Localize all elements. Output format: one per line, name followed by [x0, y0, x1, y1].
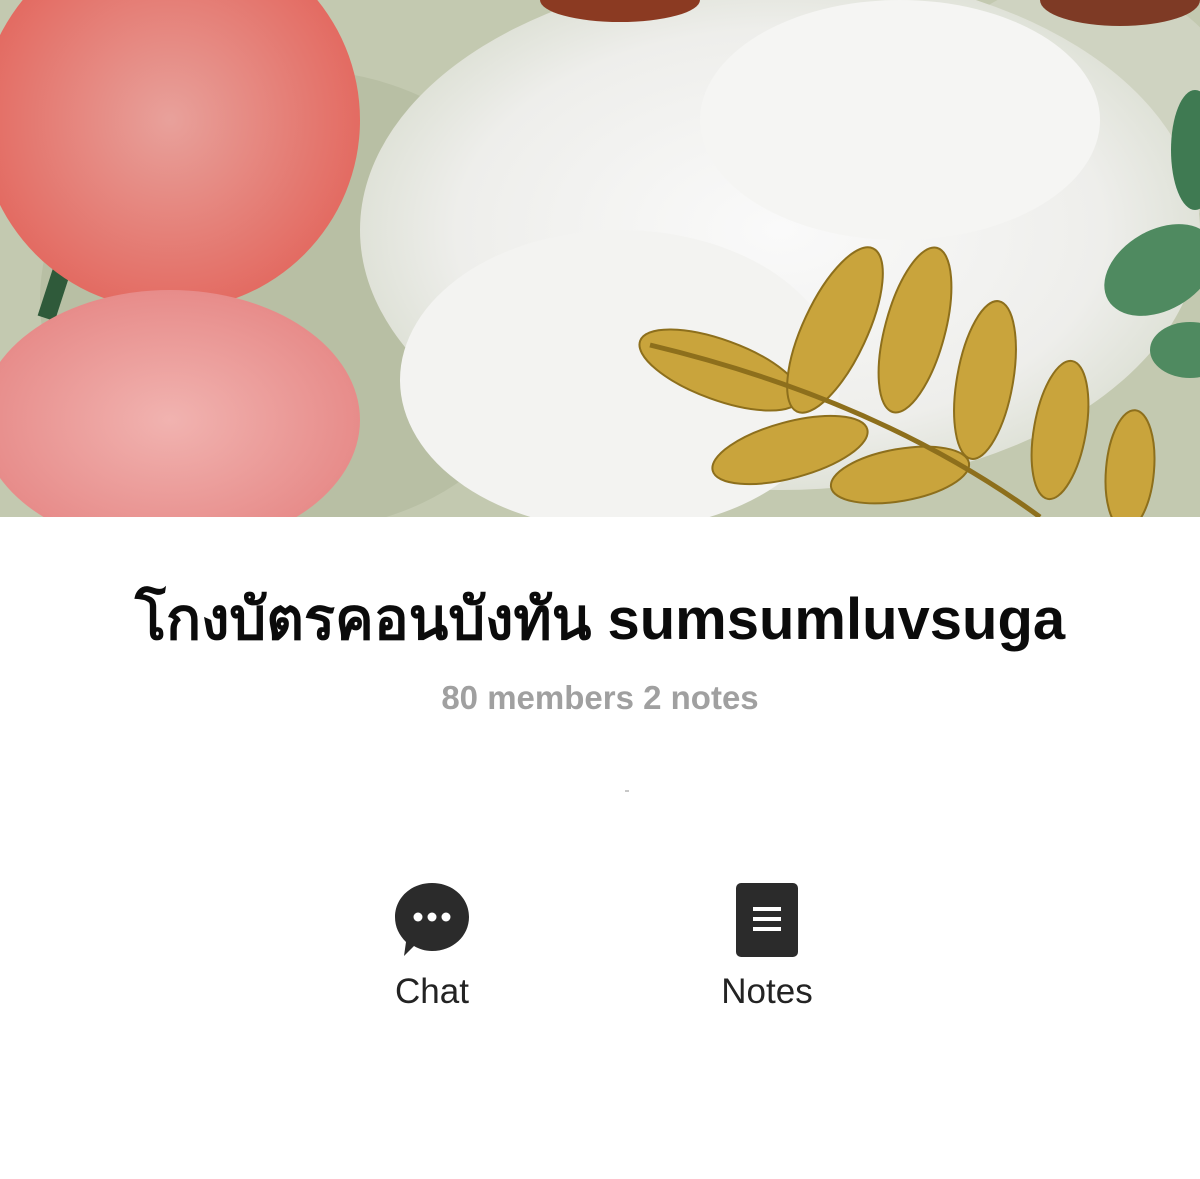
notes-button[interactable]: Notes — [657, 880, 877, 1014]
chat-bubble-icon — [395, 883, 469, 956]
notes-label: Notes — [721, 972, 813, 1011]
document-icon — [736, 883, 798, 957]
chat-label: Chat — [395, 972, 469, 1011]
cover-image — [0, 0, 1200, 517]
group-name: โกงบัตรคอนบังทัน sumsumluvsuga — [134, 587, 1066, 652]
group-meta: 80 members 2 notes — [441, 679, 759, 716]
divider-dot — [625, 790, 629, 792]
chat-button[interactable]: Chat — [322, 880, 542, 1014]
